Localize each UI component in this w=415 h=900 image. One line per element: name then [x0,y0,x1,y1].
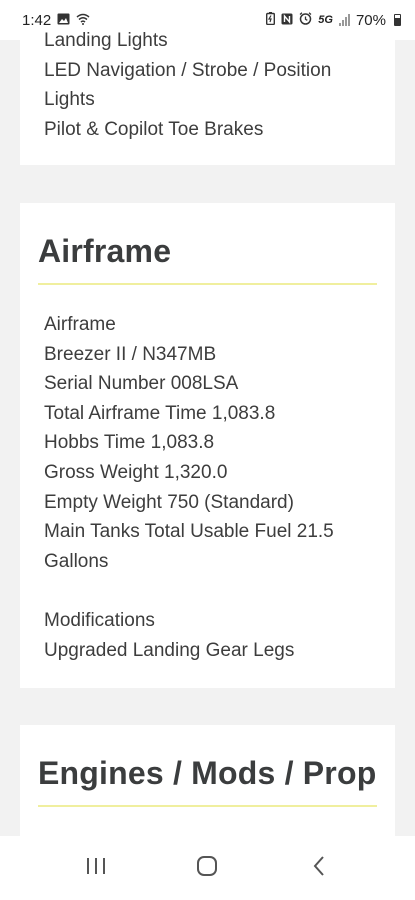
battery-icon [394,14,401,26]
image-icon [57,13,70,28]
title-underline [38,805,377,807]
list-item: Total Airframe Time 1,083.8 [44,402,276,424]
list-item: Pilot & Copilot Toe Brakes [44,118,264,140]
list-item: Lights [44,89,95,111]
battery-saver-icon [266,12,276,28]
section-title-airframe: Airframe [38,233,172,269]
home-icon [196,855,218,882]
page-content: Landing Lights LED Navigation / Strobe /… [0,31,415,836]
title-underline [38,283,377,285]
list-item: Landing Lights [44,31,168,51]
list-item: Gross Weight 1,320.0 [44,461,228,483]
list-item: Hobbs Time 1,083.8 [44,432,215,454]
section-title-engines: Engines / Mods / Prop [38,755,377,791]
recent-apps-icon [85,856,107,881]
engines-card: Engines / Mods / Prop [20,725,395,836]
list-item: LED Navigation / Strobe / Position [44,59,332,81]
wifi-icon [76,13,90,28]
status-left: 1:42 [22,12,90,29]
list-item: Empty Weight 750 (Standard) [44,491,294,513]
recent-apps-button[interactable] [66,848,126,888]
back-icon [312,855,326,882]
nfc-icon [281,13,293,28]
list-item: Upgraded Landing Gear Legs [44,639,295,661]
list-item: Breezer II / N347MB [44,343,217,365]
status-right: 5G 70% [266,12,401,29]
signal-icon [338,14,350,26]
battery-percent: 70% [355,11,386,29]
back-button[interactable] [289,848,349,888]
features-list: Landing Lights LED Navigation / Strobe /… [20,31,331,144]
alarm-icon [299,12,312,28]
list-item: Airframe [44,314,116,335]
network-type: 5G [318,14,333,26]
status-time: 1:42 [22,11,52,29]
home-button[interactable] [177,848,237,888]
list-item: Main Tanks Total Usable Fuel 21.5 [44,521,334,543]
airframe-card: Airframe Airframe Breezer II / N347MB Se… [20,203,395,688]
list-item: Gallons [44,550,109,572]
airframe-details: Airframe Breezer II / N347MB Serial Numb… [20,310,334,665]
list-item: Modifications [44,609,155,631]
list-item: Serial Number 008LSA [44,373,239,395]
features-card: Landing Lights LED Navigation / Strobe /… [20,31,395,165]
system-nav-bar [0,836,415,900]
